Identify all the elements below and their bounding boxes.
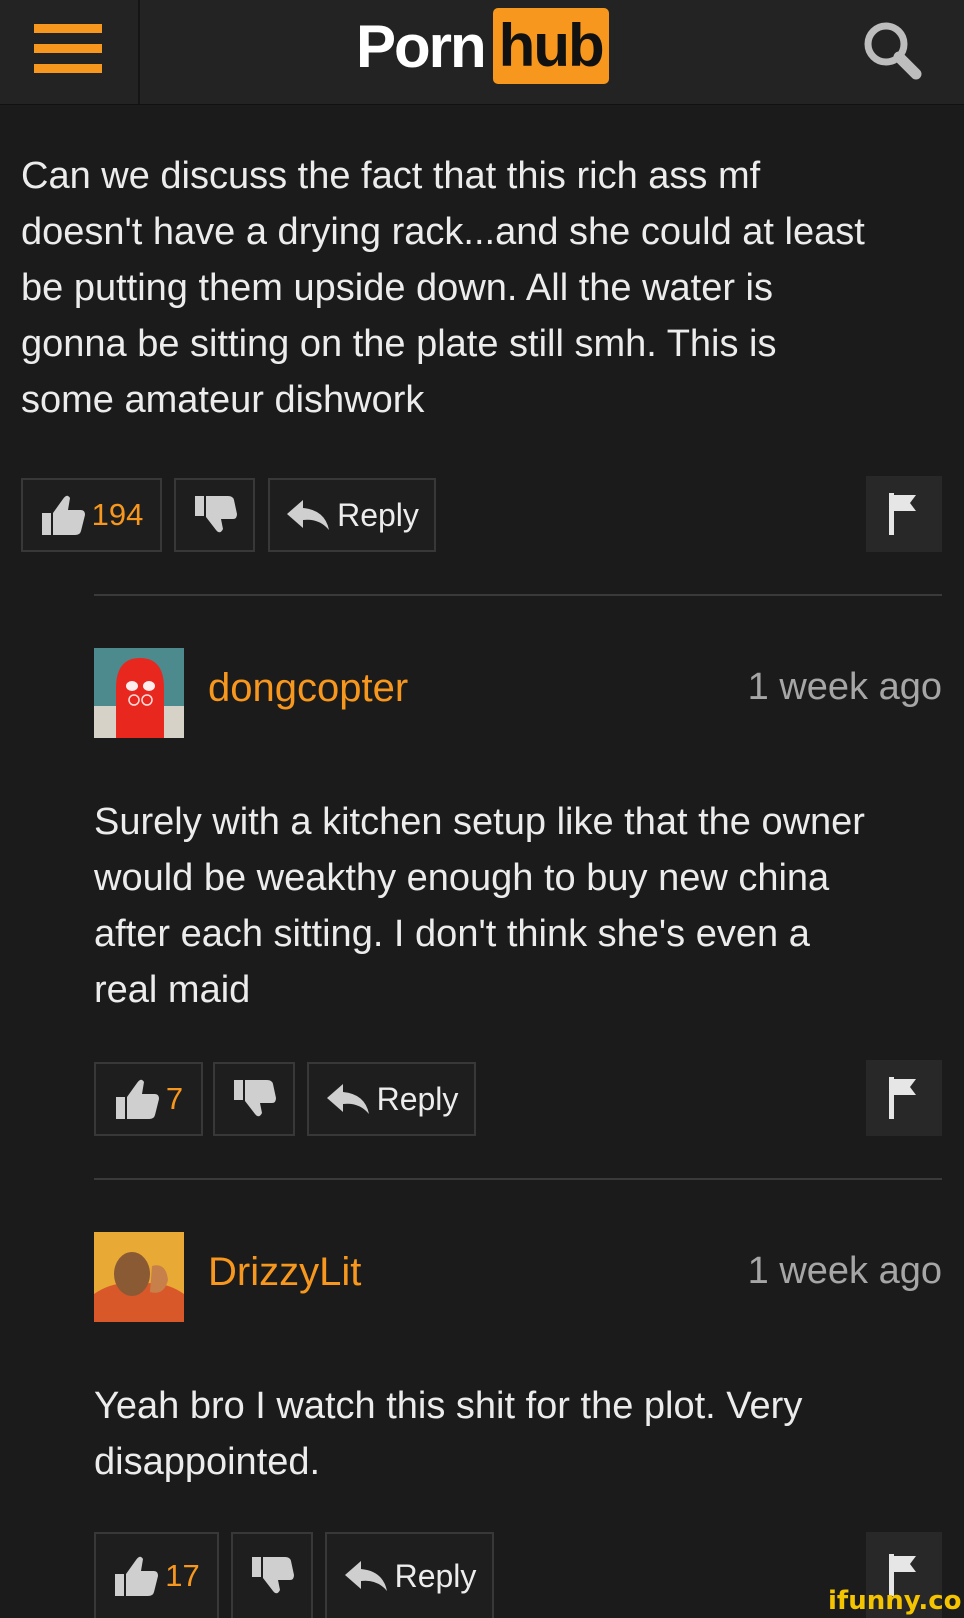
reply-button[interactable]: Reply: [307, 1062, 476, 1136]
dislike-button[interactable]: [174, 478, 255, 552]
thumbs-down-icon: [234, 1080, 276, 1117]
search-icon[interactable]: [858, 16, 928, 86]
like-button[interactable]: 17: [94, 1532, 219, 1618]
reply-label: Reply: [394, 1557, 477, 1594]
hamburger-menu-icon[interactable]: [0, 0, 140, 104]
reply-arrow-icon: [287, 500, 330, 530]
like-count: 7: [165, 1081, 184, 1116]
reply-button[interactable]: Reply: [325, 1532, 494, 1618]
avatar[interactable]: [94, 1232, 184, 1322]
reply-button[interactable]: Reply: [268, 478, 436, 552]
site-logo[interactable]: Porn hub: [356, 8, 609, 84]
reply-arrow-icon: [344, 1561, 387, 1591]
thumbs-up-icon: [115, 1556, 159, 1596]
reply-arrow-icon: [326, 1084, 369, 1114]
top-bar: Porn hub: [0, 0, 964, 105]
comment-body: Can we discuss the fact that this rich a…: [21, 155, 865, 421]
like-count: 17: [165, 1558, 200, 1593]
logo-text-left: Porn: [356, 12, 487, 80]
thumbs-down-icon: [252, 1557, 294, 1594]
flag-icon: [889, 1077, 916, 1119]
timestamp: 1 week ago: [747, 666, 942, 708]
dislike-button[interactable]: [231, 1532, 313, 1618]
like-button[interactable]: 7: [94, 1062, 203, 1136]
thumbs-up-icon: [115, 1079, 159, 1119]
flag-icon: [889, 493, 916, 535]
reply-label: Reply: [337, 496, 419, 533]
logo-text-right: hub: [492, 8, 609, 84]
username[interactable]: DrizzyLit: [208, 1250, 361, 1295]
comment-divider: [94, 594, 942, 596]
timestamp: 1 week ago: [747, 1250, 942, 1292]
comment-body: Surely with a kitchen setup like that th…: [94, 801, 865, 1011]
watermark: ifunny.co: [828, 1586, 962, 1616]
thumbs-up-icon: [41, 495, 85, 535]
like-count: 194: [91, 497, 144, 532]
like-button[interactable]: 194: [21, 478, 162, 552]
comment-divider: [94, 1178, 942, 1180]
comment-body: Yeah bro I watch this shit for the plot.…: [94, 1385, 803, 1483]
avatar[interactable]: [94, 648, 184, 738]
flag-button[interactable]: [866, 476, 942, 552]
reply-label: Reply: [376, 1080, 459, 1117]
thumbs-down-icon: [194, 496, 237, 533]
username[interactable]: dongcopter: [208, 666, 408, 711]
flag-button[interactable]: [866, 1060, 942, 1136]
dislike-button[interactable]: [213, 1062, 295, 1136]
